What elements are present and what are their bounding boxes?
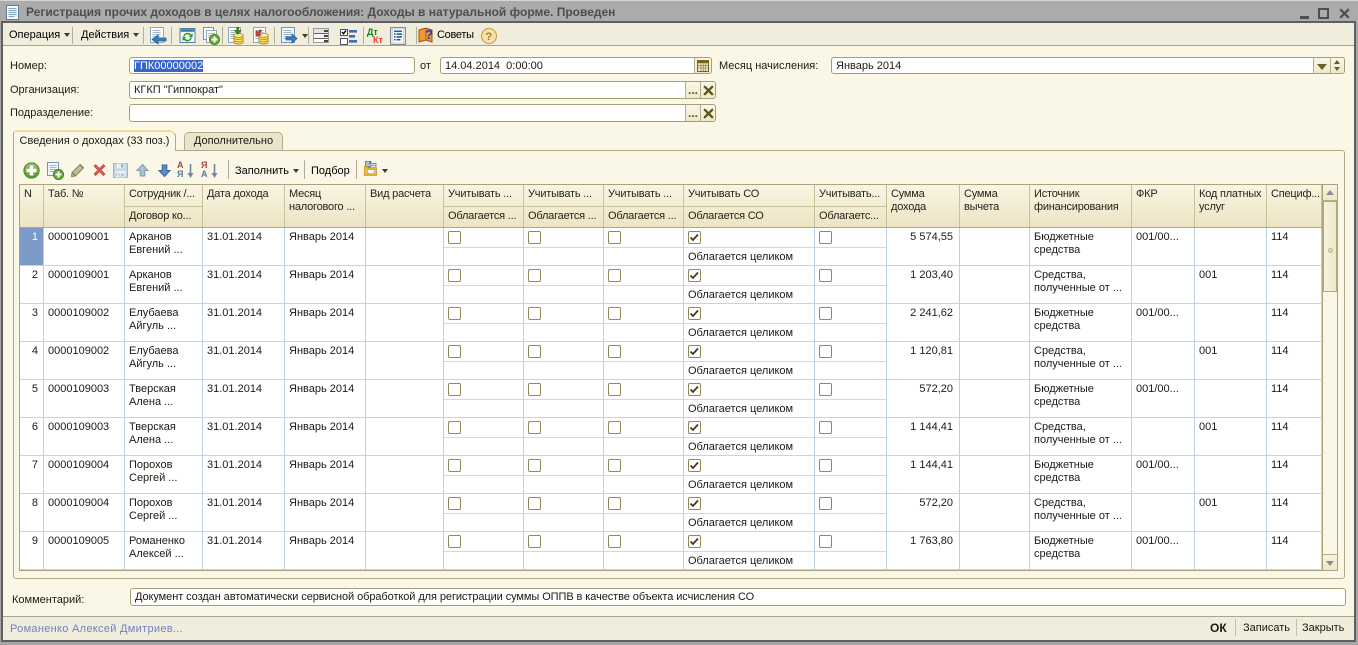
svg-text:?: ? xyxy=(486,31,493,43)
svg-text:?: ? xyxy=(425,27,433,42)
svg-text:ГОК: ГОК xyxy=(116,173,125,178)
